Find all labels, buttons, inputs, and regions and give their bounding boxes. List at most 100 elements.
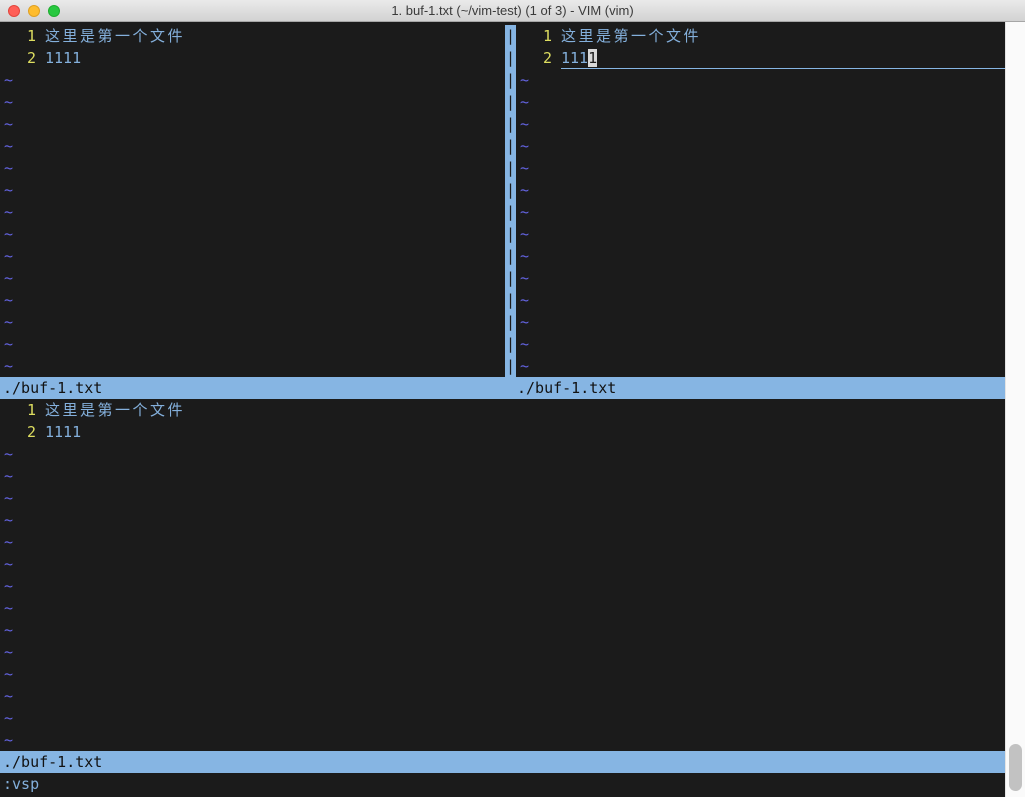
- separator-glyph: |: [505, 333, 516, 355]
- tilde-glyph: ~: [4, 443, 13, 465]
- line-text: 这里是第一个文件: [45, 25, 185, 47]
- statusline-filename: ./buf-1.txt: [3, 751, 102, 773]
- tilde-glyph: ~: [520, 113, 529, 135]
- tilde-glyph: ~: [4, 113, 13, 135]
- pane-top-right[interactable]: 1 这里是第一个文件 2 1111 ~ ~~~~~~~~~~~~~: [516, 25, 1005, 377]
- tilde-glyph: ~: [4, 729, 13, 751]
- tilde-glyph: ~: [4, 135, 13, 157]
- tilde-glyph: ~: [4, 157, 13, 179]
- separator-glyph: |: [505, 135, 516, 157]
- tilde-glyph: ~: [520, 157, 529, 179]
- separator-glyph: |: [505, 289, 516, 311]
- buffer-line: 2 1111: [0, 421, 1005, 443]
- tilde-glyph: ~: [520, 267, 529, 289]
- tilde-glyph: ~: [520, 69, 529, 91]
- tilde-line: ~: [0, 641, 1005, 663]
- tilde-line: ~: [0, 179, 505, 201]
- tilde-line: ~: [0, 333, 505, 355]
- pane-bottom[interactable]: 1 这里是第一个文件 2 1111 ~ ~~~~~~~~~~~~~: [0, 399, 1005, 751]
- scrollbar-track[interactable]: [1005, 22, 1025, 797]
- line-number: 2: [9, 421, 36, 443]
- minimize-button[interactable]: [28, 5, 40, 17]
- vim-editor[interactable]: 1 这里是第一个文件 2 1111 ~ ~~~~~~~~~~~~~ | ||||…: [0, 22, 1005, 797]
- tilde-line: ~: [516, 245, 1005, 267]
- top-splits: 1 这里是第一个文件 2 1111 ~ ~~~~~~~~~~~~~ | ||||…: [0, 25, 1005, 377]
- tilde-line: ~: [0, 685, 1005, 707]
- tilde-line: ~: [0, 443, 1005, 465]
- statusline-bottom[interactable]: ./buf-1.txt: [0, 751, 1005, 773]
- tilde-line: ~: [0, 201, 505, 223]
- command-line[interactable]: :vsp: [0, 773, 1005, 795]
- separator-glyph: |: [505, 47, 516, 69]
- tilde-glyph: ~: [520, 179, 529, 201]
- line-text: 1111: [45, 421, 81, 443]
- tilde-glyph: ~: [4, 663, 13, 685]
- separator-glyph: |: [505, 267, 516, 289]
- tilde-glyph: ~: [4, 465, 13, 487]
- tilde-line: ~: [0, 707, 1005, 729]
- tilde-line: ~: [0, 135, 505, 157]
- tilde-line: ~: [516, 223, 1005, 245]
- tilde-glyph: ~: [4, 575, 13, 597]
- line-text: 111: [561, 49, 588, 67]
- tilde-glyph: ~: [520, 223, 529, 245]
- pane-top-left[interactable]: 1 这里是第一个文件 2 1111 ~ ~~~~~~~~~~~~~: [0, 25, 505, 377]
- tilde-line: ~: [516, 91, 1005, 113]
- tilde-line: ~: [0, 223, 505, 245]
- tilde-line: ~: [516, 267, 1005, 289]
- buffer-line: 1 这里是第一个文件: [516, 25, 1005, 47]
- separator-glyph: |: [505, 245, 516, 267]
- statusline-top[interactable]: ./buf-1.txt ./buf-1.txt: [0, 377, 1005, 399]
- tilde-line: ~: [0, 619, 1005, 641]
- tilde-glyph: ~: [4, 289, 13, 311]
- tilde-glyph: ~: [4, 531, 13, 553]
- line-text: 这里是第一个文件: [561, 25, 701, 47]
- scrollbar-thumb[interactable]: [1009, 744, 1022, 791]
- tilde-line: ~: [0, 531, 1005, 553]
- tilde-line: ~: [516, 179, 1005, 201]
- zoom-button[interactable]: [48, 5, 60, 17]
- separator-glyph: |: [505, 223, 516, 245]
- separator-glyph: |: [505, 179, 516, 201]
- tilde-glyph: ~: [4, 509, 13, 531]
- statusline-filename-right: ./buf-1.txt: [517, 377, 616, 399]
- tilde-glyph: ~: [4, 201, 13, 223]
- tilde-line: ~: [516, 311, 1005, 333]
- tilde-line: ~: [516, 69, 1005, 91]
- line-number: 1: [525, 25, 552, 47]
- tilde-glyph: ~: [4, 91, 13, 113]
- tilde-glyph: ~: [4, 685, 13, 707]
- close-button[interactable]: [8, 5, 20, 17]
- tilde-glyph: ~: [4, 597, 13, 619]
- tilde-line: ~: [516, 113, 1005, 135]
- tilde-glyph: ~: [4, 245, 13, 267]
- tilde-glyph: ~: [520, 135, 529, 157]
- tilde-glyph: ~: [4, 179, 13, 201]
- line-text: 1111: [45, 47, 81, 69]
- tilde-line: ~: [0, 157, 505, 179]
- separator-glyph: |: [505, 201, 516, 223]
- line-number: 1: [9, 25, 36, 47]
- tilde-glyph: ~: [4, 707, 13, 729]
- separator-glyph: |: [505, 355, 516, 377]
- vertical-split-separator[interactable]: | |||||||||||||||: [505, 25, 516, 377]
- separator-glyph: |: [505, 113, 516, 135]
- window-title: 1. buf-1.txt (~/vim-test) (1 of 3) - VIM…: [391, 3, 633, 18]
- tilde-glyph: ~: [4, 267, 13, 289]
- tilde-glyph: ~: [4, 223, 13, 245]
- tilde-glyph: ~: [4, 311, 13, 333]
- buffer-line-cursorline: 2 1111: [516, 47, 1005, 69]
- tilde-glyph: ~: [4, 333, 13, 355]
- line-number: 2: [9, 47, 36, 69]
- tilde-line: ~: [0, 91, 505, 113]
- tilde-line: ~: [0, 113, 505, 135]
- separator-glyph: |: [505, 157, 516, 179]
- separator-glyph: |: [505, 311, 516, 333]
- buffer-line: 1 这里是第一个文件: [0, 399, 1005, 421]
- cursor-block: 1: [588, 49, 597, 67]
- line-number: 2: [525, 47, 552, 69]
- buffer-line: 2 1111: [0, 47, 505, 69]
- statusline-filename-left: ./buf-1.txt: [3, 377, 102, 399]
- tilde-glyph: ~: [4, 641, 13, 663]
- tilde-glyph: ~: [520, 311, 529, 333]
